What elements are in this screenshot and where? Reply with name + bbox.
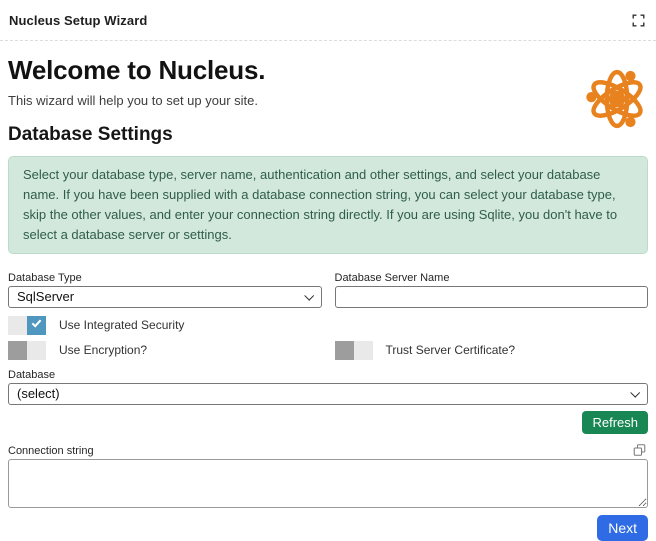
atom-icon [583,67,651,131]
server-name-input[interactable] [335,286,649,308]
server-name-label: Database Server Name [335,272,649,284]
trust-server-certificate-label: Trust Server Certificate? [386,343,516,357]
copy-icon[interactable] [633,443,646,457]
database-select[interactable]: (select) [8,383,648,405]
database-type-label: Database Type [8,272,322,284]
database-field: Database (select) [8,369,648,405]
section-title: Database Settings [8,124,648,146]
use-integrated-security-label: Use Integrated Security [59,318,184,332]
wizard-body: Welcome to Nucleus. This wizard will hel… [0,55,656,541]
use-integrated-security-toggle[interactable] [8,316,46,335]
form-row-type-server: Database Type SqlServer Database Server … [8,272,648,308]
refresh-row: Refresh [8,405,648,434]
fullscreen-expand-icon[interactable] [631,13,646,28]
integrated-security-row: Use Integrated Security [8,316,648,335]
connection-string-textarea[interactable] [8,459,648,508]
database-type-field: Database Type SqlServer [8,272,322,308]
next-row: Next [8,508,648,541]
welcome-subtitle: This wizard will help you to set up your… [8,93,648,108]
database-type-select[interactable]: SqlServer [8,286,322,308]
chevron-down-icon [630,388,640,398]
welcome-section: Welcome to Nucleus. This wizard will hel… [8,55,648,108]
use-encryption-row: Use Encryption? [8,341,322,360]
chevron-down-icon [304,291,314,301]
refresh-button[interactable]: Refresh [582,411,648,434]
check-icon [32,317,42,327]
connection-string-label: Connection string [8,445,94,457]
wizard-header: Nucleus Setup Wizard [0,0,656,41]
trust-certificate-row: Trust Server Certificate? [335,341,649,360]
database-value: (select) [17,386,60,401]
encryption-row: Use Encryption? Trust Server Certificate… [8,341,648,360]
database-label: Database [8,369,648,381]
server-name-field: Database Server Name [335,272,649,308]
use-encryption-label: Use Encryption? [59,343,147,357]
toggle-handle [335,341,354,360]
use-encryption-toggle[interactable] [8,341,46,360]
next-button[interactable]: Next [597,515,648,541]
wizard-title: Nucleus Setup Wizard [9,13,147,28]
info-alert: Select your database type, server name, … [8,156,648,254]
database-type-value: SqlServer [17,289,74,304]
connection-string-header: Connection string [8,443,648,457]
toggle-handle [27,316,46,335]
welcome-heading: Welcome to Nucleus. [8,55,648,86]
toggle-handle [8,341,27,360]
trust-server-certificate-toggle[interactable] [335,341,373,360]
